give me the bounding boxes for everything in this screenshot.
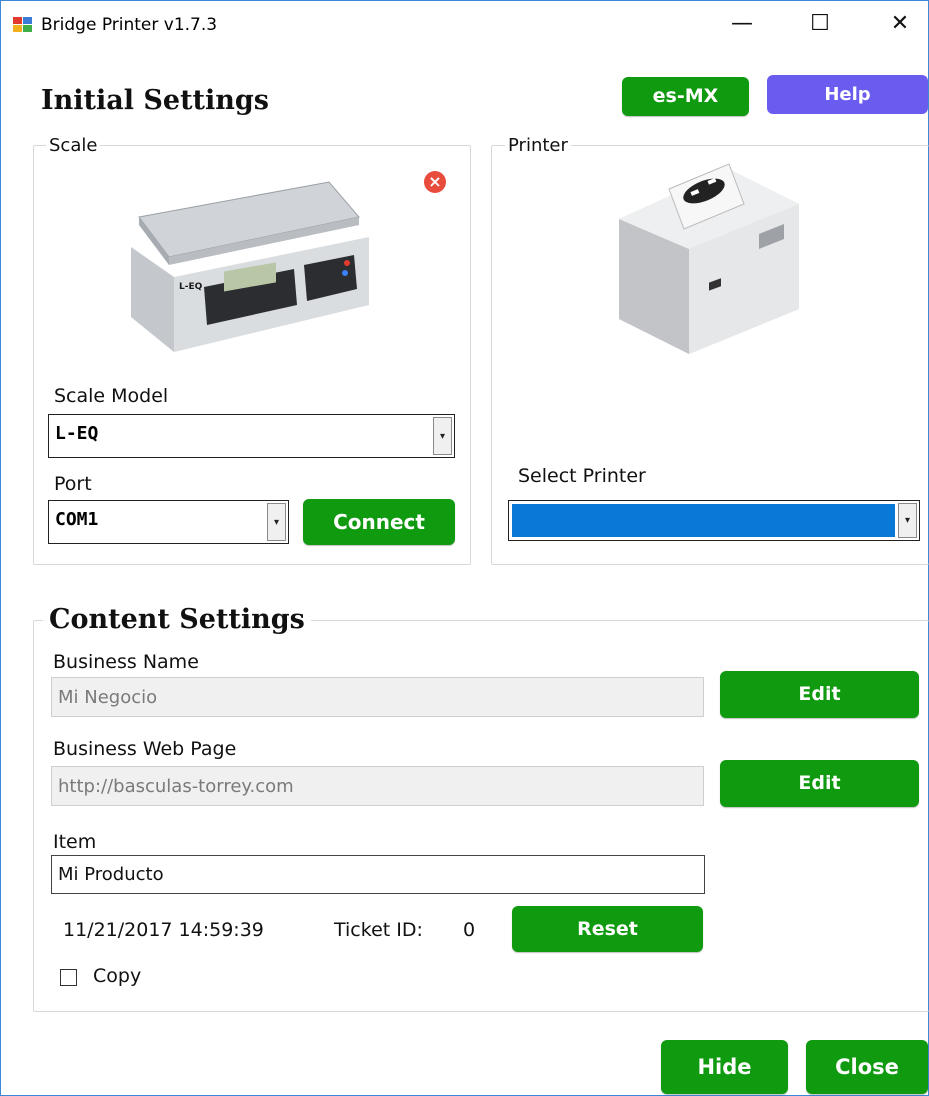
language-button[interactable]: es-MX	[622, 77, 749, 116]
chevron-down-icon[interactable]: ▾	[267, 503, 286, 541]
web-page-field[interactable]: http://basculas-torrey.com	[51, 766, 704, 806]
port-select[interactable]: COM1 ▾	[48, 500, 289, 544]
scale-legend: Scale	[46, 135, 101, 156]
close-button[interactable]: Close	[806, 1040, 928, 1094]
web-page-label: Business Web Page	[53, 738, 237, 760]
edit-business-name-button[interactable]: Edit	[720, 671, 919, 718]
item-label: Item	[53, 831, 97, 853]
printer-legend: Printer	[505, 135, 571, 156]
item-field[interactable]: Mi Producto	[51, 855, 705, 894]
scale-display-text: 0.000	[229, 296, 262, 309]
ticket-id-label: Ticket ID:	[334, 919, 423, 941]
business-name-field[interactable]: Mi Negocio	[51, 677, 704, 717]
window-title: Bridge Printer v1.7.3	[41, 15, 218, 35]
content-settings-title: Content Settings	[43, 604, 311, 635]
ticket-id-value: 0	[463, 919, 476, 941]
scale-brand-text: L-EQ	[179, 282, 203, 292]
datetime-text: 11/21/2017 14:59:39	[63, 919, 264, 941]
chevron-down-icon[interactable]: ▾	[898, 503, 917, 538]
printer-select[interactable]: ▾	[508, 500, 920, 541]
edit-web-page-button[interactable]: Edit	[720, 760, 919, 807]
app-window: Bridge Printer v1.7.3 — ☐ ✕ Initial Sett…	[0, 0, 929, 1096]
connect-button[interactable]: Connect	[303, 499, 455, 545]
business-name-label: Business Name	[53, 651, 199, 673]
app-icon	[13, 17, 32, 32]
chevron-down-icon[interactable]: ▾	[433, 417, 452, 455]
port-label: Port	[54, 473, 92, 495]
scale-model-value: L-EQ	[55, 423, 99, 444]
initial-settings-title: Initial Settings	[41, 85, 269, 116]
minimize-button[interactable]: —	[719, 7, 765, 41]
remove-scale-icon[interactable]: ×	[424, 171, 446, 193]
maximize-button[interactable]: ☐	[797, 7, 843, 41]
title-bar[interactable]: Bridge Printer v1.7.3 — ☐ ✕	[1, 1, 928, 47]
copy-checkbox[interactable]	[60, 969, 77, 986]
scale-image: 0.000 L-EQ	[131, 181, 369, 352]
scale-model-select[interactable]: L-EQ ▾	[48, 414, 455, 458]
window-close-button[interactable]: ✕	[877, 7, 923, 41]
reset-button[interactable]: Reset	[512, 906, 703, 952]
port-value: COM1	[55, 509, 99, 530]
help-button[interactable]: Help	[767, 75, 928, 114]
printer-image	[619, 163, 799, 354]
printer-select-highlight	[512, 504, 895, 537]
scale-model-label: Scale Model	[54, 385, 169, 407]
copy-label: Copy	[93, 965, 142, 987]
hide-button[interactable]: Hide	[661, 1040, 788, 1094]
select-printer-label: Select Printer	[518, 465, 646, 487]
